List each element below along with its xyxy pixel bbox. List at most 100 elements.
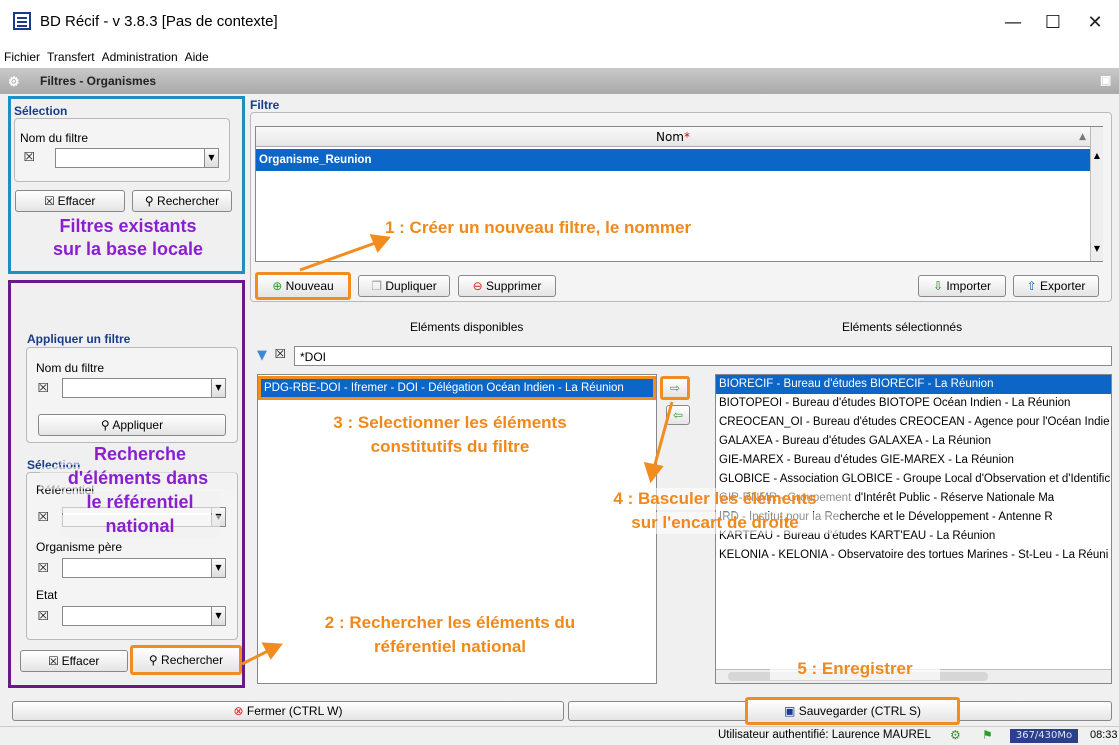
filter-table: Nom* ▲ Organisme_Reunion ▲ ▼ — [255, 126, 1103, 262]
clear-field-icon[interactable]: ⮽ — [275, 347, 285, 362]
list-item[interactable]: GLOBICE - Association GLOBICE - Groupe L… — [716, 470, 1111, 489]
sort-icon: ▲ — [1079, 132, 1086, 142]
search-button[interactable]: ⚲ Rechercher — [132, 190, 232, 212]
annotation-step-4-line1: 4 : Basculer les éléments — [575, 488, 855, 510]
selected-header: Eléments sélectionnés — [842, 320, 963, 334]
chevron-down-icon[interactable]: ▼ — [204, 149, 218, 167]
tab-header: ⚙ Filtres - Organismes ▣ — [0, 68, 1119, 94]
new-label: Nouveau — [285, 279, 334, 293]
close-label: Fermer (CTRL W) — [246, 704, 343, 718]
apply-button[interactable]: ⚲ Appliquer — [38, 414, 226, 436]
save-label: Sauvegarder (CTRL S) — [798, 704, 921, 718]
export-label: Exporter — [1040, 279, 1086, 293]
filter-funnel-icon: ▼ — [257, 348, 267, 363]
app-icon — [13, 12, 31, 30]
table-scrollbar[interactable]: ▲ ▼ — [1090, 127, 1103, 261]
clear-field-icon[interactable]: ⮽ — [38, 609, 48, 624]
new-button[interactable]: ⊕ Nouveau — [255, 272, 351, 300]
memory-indicator: 367/430Mo — [1010, 729, 1078, 743]
annotation-search-1: Recherche — [60, 443, 220, 465]
annotation-search-4: national — [60, 515, 220, 537]
search-ref-button[interactable]: ⚲ Rechercher — [130, 645, 242, 675]
clear-ref-button[interactable]: ⮽ Effacer — [20, 650, 128, 672]
title-bar: BD Récif - v 3.8.3 [Pas de contexte] — ☐… — [0, 0, 1119, 46]
list-item[interactable]: KELONIA - KELONIA - Observatoire des tor… — [716, 546, 1111, 565]
required-mark: * — [684, 130, 690, 144]
state-label: Etat — [36, 588, 58, 602]
table-row[interactable]: Organisme_Reunion — [256, 149, 1090, 171]
close-icon: ⊗ — [233, 704, 247, 718]
close-button[interactable]: ⊗ Fermer (CTRL W) — [12, 701, 564, 721]
clear-label: Effacer — [57, 194, 96, 208]
eraser-icon: ⮽ — [44, 194, 58, 208]
available-search-input[interactable]: *DOI — [294, 346, 1112, 366]
export-icon: ⇧ — [1026, 279, 1041, 293]
available-header: Eléments disponibles — [410, 320, 524, 334]
clear-field-icon[interactable]: ⮽ — [38, 561, 48, 576]
annotation-step-4-line2: sur l'encart de droite — [590, 512, 840, 534]
filter-name-label: Nom du filtre — [20, 131, 89, 145]
list-item[interactable]: PDG-RBE-DOI - Ifremer - DOI - Délégation… — [258, 376, 656, 400]
list-item[interactable]: GIE-MAREX - Bureau d'études GIE-MAREX - … — [716, 451, 1111, 470]
annotation-search-2: d'éléments dans — [40, 467, 236, 489]
search-label: Rechercher — [157, 194, 220, 208]
clear-field-icon[interactable]: ⮽ — [24, 150, 34, 165]
apply-filter-select[interactable]: ▼ — [62, 378, 226, 398]
export-button[interactable]: ⇧ Exporter — [1013, 275, 1099, 297]
duplicate-label: Dupliquer — [385, 279, 437, 293]
available-search-value: *DOI — [300, 350, 327, 364]
binoculars-icon: ⚲ — [144, 194, 158, 208]
apply-filter-name-label: Nom du filtre — [36, 361, 105, 375]
clear-field-icon[interactable]: ⮽ — [38, 510, 48, 525]
annotation-step-3-line1: 3 : Selectionner les éléments — [333, 413, 567, 432]
user-status: Utilisateur authentifié: Laurence MAUREL — [718, 729, 931, 741]
state-select[interactable]: ▼ — [62, 606, 226, 626]
column-name-header: Nom — [655, 130, 684, 144]
move-left-button[interactable]: ⇦ — [666, 405, 690, 425]
parent-org-label: Organisme père — [36, 540, 123, 554]
list-item[interactable]: GALAXEA - Bureau d'études GALAXEA - La R… — [716, 432, 1111, 451]
clear-field-icon[interactable]: ⮽ — [38, 381, 48, 396]
search-label: Rechercher — [161, 653, 224, 667]
application-window: BD Récif - v 3.8.3 [Pas de contexte] — ☐… — [0, 0, 1119, 745]
list-item[interactable]: BIORECIF - Bureau d'études BIORECIF - La… — [716, 375, 1111, 394]
maximize-button[interactable]: ☐ — [1030, 8, 1076, 38]
annotation-step-5: 5 : Enregistrer — [770, 658, 940, 680]
parent-org-select[interactable]: ▼ — [62, 558, 226, 578]
chevron-down-icon[interactable]: ▼ — [211, 559, 225, 577]
duplicate-button[interactable]: ❐ Dupliquer — [358, 275, 450, 297]
list-item[interactable]: BIOTOPEOI - Bureau d'études BIOTOPE Océa… — [716, 394, 1111, 413]
detach-icon[interactable]: ▣ — [1100, 73, 1111, 87]
chevron-down-icon[interactable]: ▼ — [211, 379, 225, 397]
delete-icon: ⊖ — [472, 279, 487, 293]
filter-tab-icon: ⚙ — [8, 74, 20, 89]
clock: 08:33 — [1090, 729, 1118, 741]
connection-icon: ⚙ — [950, 728, 961, 742]
menu-bar: Fichier Transfert Administration Aide — [0, 46, 1119, 68]
move-right-button[interactable]: ⇨ — [660, 376, 690, 400]
save-button[interactable]: ▣ Sauvegarder (CTRL S) — [745, 697, 960, 725]
window-title: BD Récif - v 3.8.3 [Pas de contexte] — [40, 13, 278, 30]
arrow-right-icon: ⇨ — [669, 381, 681, 395]
menu-administration[interactable]: Administration — [98, 46, 181, 64]
annotation-step-3-line2: constitutifs du filtre — [370, 437, 530, 456]
table-header[interactable]: Nom* ▲ — [256, 127, 1090, 147]
delete-label: Supprimer — [486, 279, 542, 293]
annotation-step-1: 1 : Créer un nouveau filtre, le nommer — [385, 218, 692, 237]
annotation-step-2-line2: référentiel national — [373, 637, 527, 656]
apply-label: Appliquer — [112, 418, 164, 432]
apply-section-title: Appliquer un filtre — [27, 332, 131, 346]
annotation-existing-filters-1: Filtres existants — [59, 216, 197, 236]
flag-icon: ⚑ — [982, 728, 993, 742]
delete-button[interactable]: ⊖ Supprimer — [458, 275, 556, 297]
filter-name-select[interactable]: ▼ — [55, 148, 219, 168]
menu-aide[interactable]: Aide — [181, 46, 212, 64]
menu-fichier[interactable]: Fichier — [0, 46, 43, 64]
clear-button[interactable]: ⮽ Effacer — [15, 190, 125, 212]
list-item[interactable]: CREOCEAN_OI - Bureau d'études CREOCEAN -… — [716, 413, 1111, 432]
import-button[interactable]: ⇩ Importer — [918, 275, 1006, 297]
chevron-down-icon[interactable]: ▼ — [211, 607, 225, 625]
arrow-left-icon: ⇦ — [672, 408, 684, 422]
close-window-button[interactable]: ✕ — [1072, 8, 1118, 38]
menu-transfert[interactable]: Transfert — [43, 46, 98, 64]
